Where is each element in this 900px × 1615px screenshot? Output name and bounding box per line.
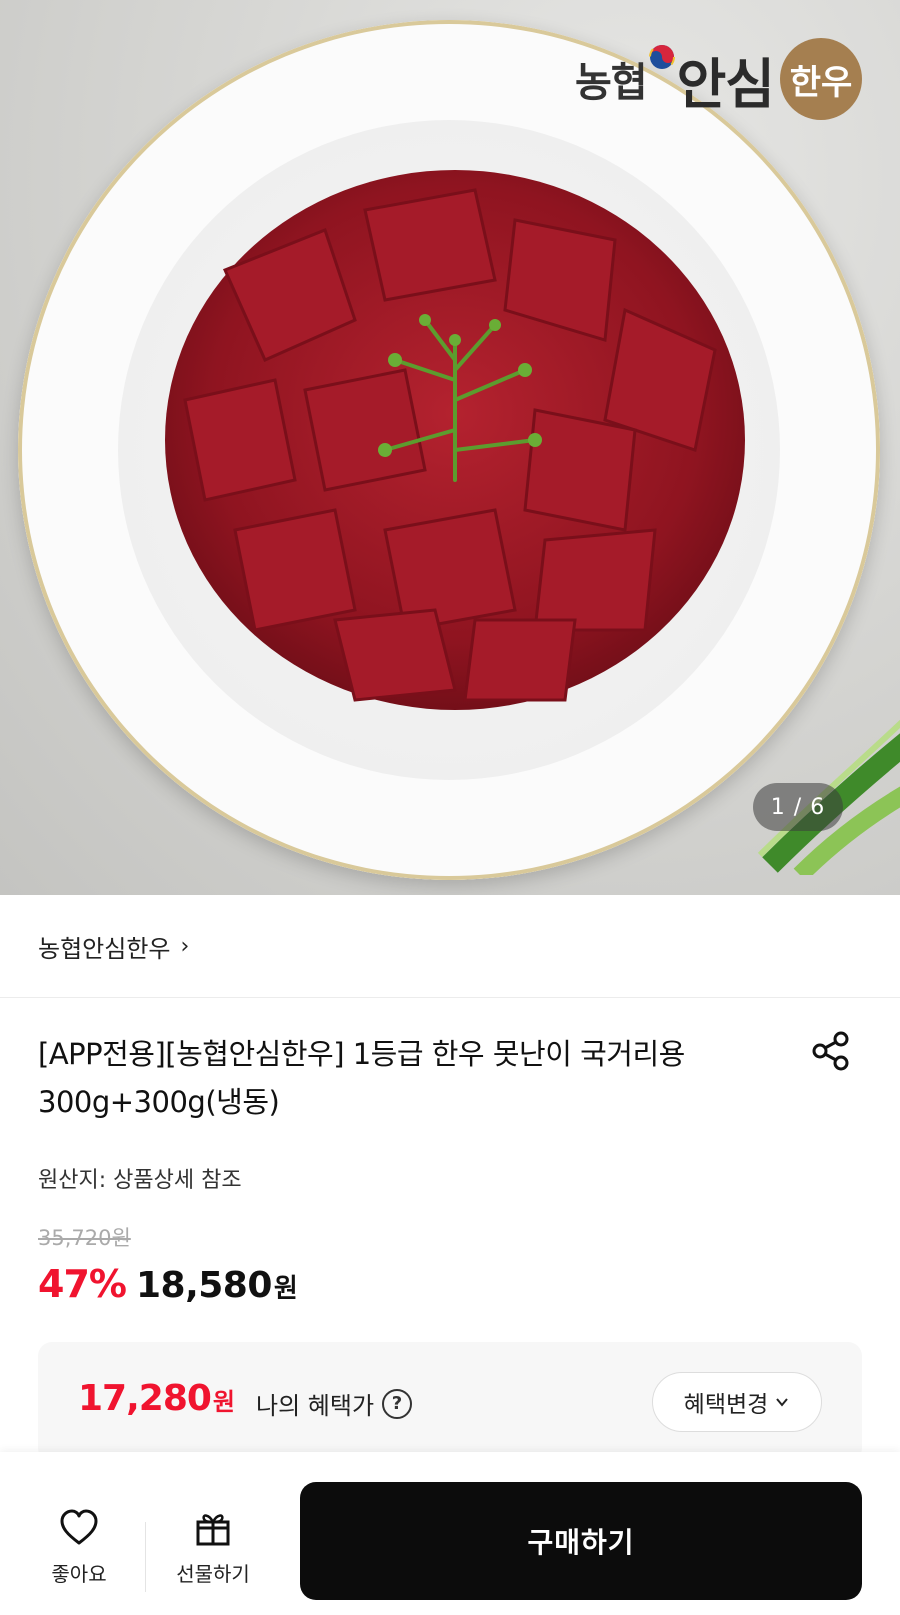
discount-rate: 47% (38, 1262, 127, 1306)
chevron-right-icon: › (180, 933, 190, 959)
benefit-price-currency: 원 (212, 1388, 236, 1416)
product-image-carousel[interactable]: 농협 안심 한우 1 / 6 (0, 0, 900, 895)
heart-icon (60, 1509, 98, 1545)
sale-price: 18,580 (135, 1265, 272, 1306)
price-row: 47% 18,580 원 (38, 1262, 298, 1306)
logo-text-nonghyup: 농협 (575, 59, 648, 106)
sale-price-currency: 원 (273, 1274, 298, 1304)
product-title-block: [APP전용][농협안심한우] 1등급 한우 못난이 국거리용 300g+300… (38, 1030, 758, 1126)
benefit-label: 나의 혜택가 ? (256, 1386, 413, 1421)
like-button[interactable]: 좋아요 (24, 1508, 134, 1587)
scallion-image (757, 719, 900, 875)
buy-button[interactable]: 구매하기 (300, 1482, 862, 1600)
benefit-label-text: 나의 혜택가 (256, 1392, 375, 1420)
like-label: 좋아요 (51, 1562, 107, 1586)
image-page-indicator: 1 / 6 (753, 783, 843, 831)
share-icon[interactable] (810, 1030, 852, 1072)
beef-cubes-image (165, 170, 745, 710)
gift-icon (196, 1514, 230, 1546)
gift-button[interactable]: 선물하기 (158, 1508, 268, 1587)
benefit-change-label: 혜택변경 (683, 1392, 769, 1418)
product-title: [APP전용][농협안심한우] 1등급 한우 못난이 국거리용 300g+300… (38, 1037, 685, 1119)
brand-logo: 농협 안심 한우 (575, 38, 862, 120)
logo-text-ansim: 안심 (676, 51, 775, 116)
bar-divider (145, 1522, 146, 1592)
store-name: 농협안심한우 (38, 934, 171, 963)
benefit-change-button[interactable]: 혜택변경 (652, 1372, 822, 1432)
benefit-box: 17,280 원 나의 혜택가 ? 혜택변경 (38, 1342, 862, 1462)
store-link[interactable]: 농협안심한우 › (0, 895, 900, 998)
original-price: 35,720원 (38, 1226, 131, 1250)
chevron-down-icon (776, 1398, 789, 1407)
benefit-price: 17,280 원 (78, 1378, 235, 1419)
logo-seal: 한우 (779, 38, 862, 120)
gift-label: 선물하기 (176, 1562, 250, 1586)
bottom-action-bar: 좋아요 선물하기 구매하기 (0, 1452, 900, 1615)
benefit-price-value: 17,280 (78, 1378, 212, 1419)
question-icon[interactable]: ? (382, 1388, 413, 1419)
origin-info: 원산지: 상품상세 참조 (38, 1168, 242, 1193)
taeguk-icon (648, 44, 675, 70)
